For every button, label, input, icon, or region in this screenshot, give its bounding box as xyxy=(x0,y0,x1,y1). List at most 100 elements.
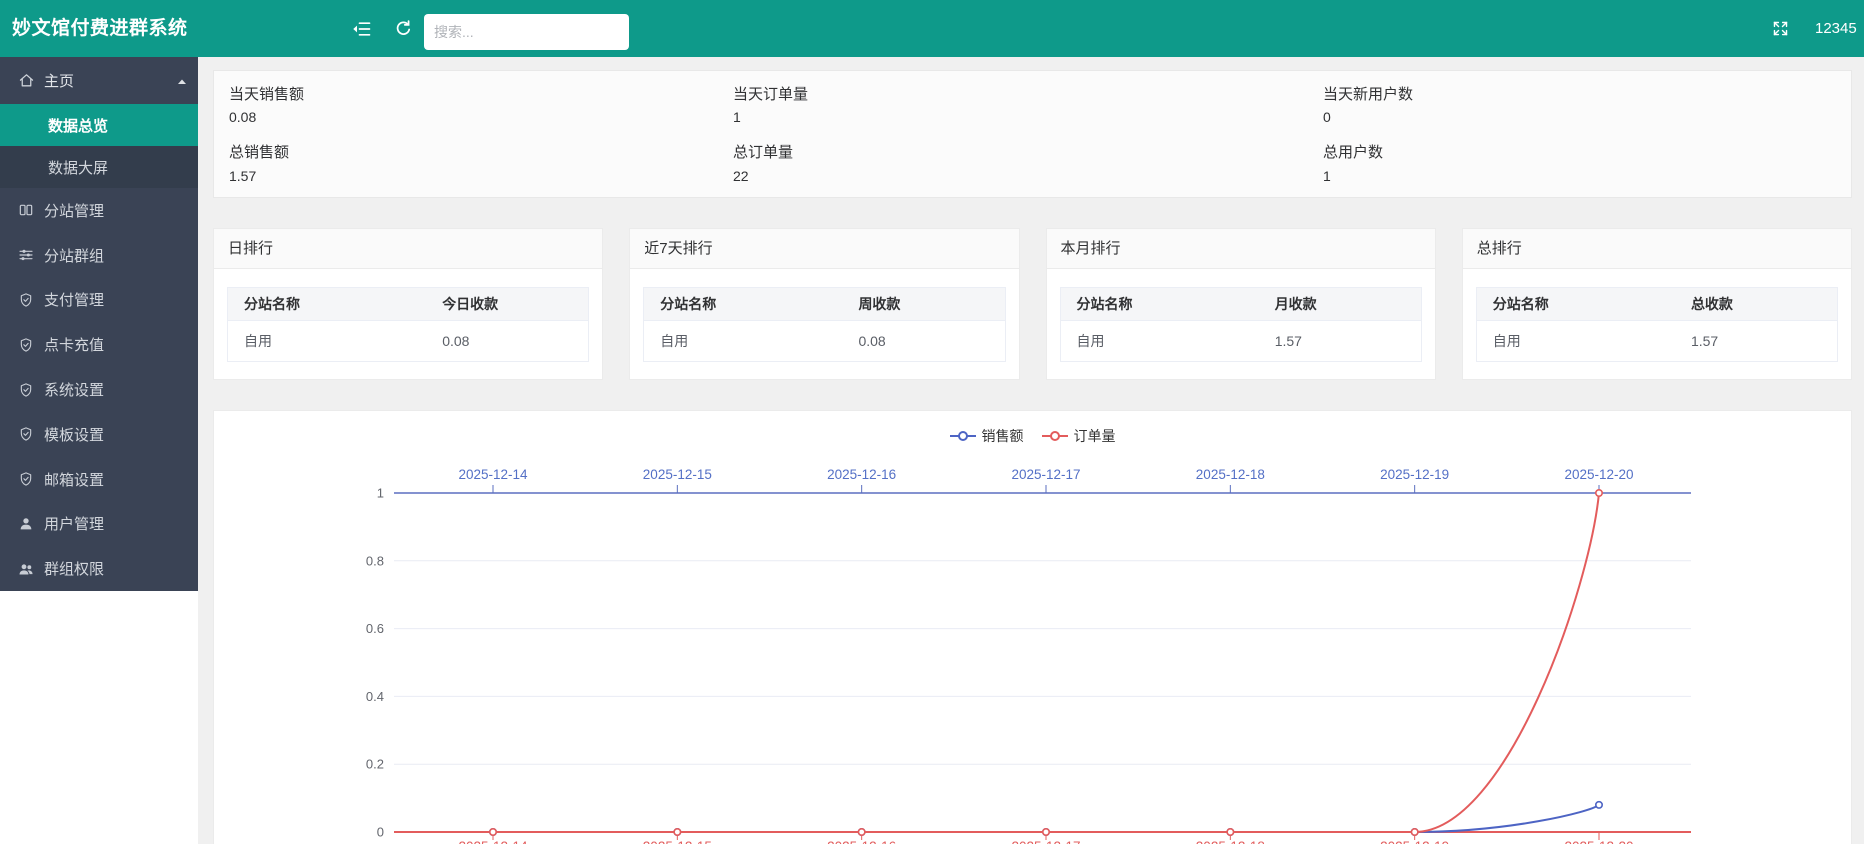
svg-text:2025-12-19: 2025-12-19 xyxy=(1380,467,1449,482)
ranking-card: 日排行分站名称今日收款自用0.08 xyxy=(213,228,603,380)
users-icon xyxy=(18,561,34,577)
user-icon xyxy=(18,516,34,532)
site-name-cell: 自用 xyxy=(1060,321,1259,362)
stat-label: 当天新用户数 xyxy=(1323,83,1413,104)
site-name-cell: 自用 xyxy=(644,321,843,362)
ranking-card-title: 总排行 xyxy=(1463,229,1851,269)
svg-text:2025-12-14: 2025-12-14 xyxy=(458,839,528,844)
svg-text:2025-12-17: 2025-12-17 xyxy=(1011,839,1080,844)
shield-icon xyxy=(18,471,34,487)
legend-item-销售额[interactable]: 销售额 xyxy=(950,426,1024,446)
table-row: 自用0.08 xyxy=(644,321,1005,362)
caret-up-icon xyxy=(176,75,188,87)
amount-cell: 1.57 xyxy=(1259,321,1422,362)
refresh-icon[interactable] xyxy=(394,19,414,39)
sidebar-item-substation-groups[interactable]: 分站群组 xyxy=(0,233,198,278)
sidebar-item-label: 用户管理 xyxy=(44,513,104,534)
sidebar-item-home[interactable]: 主页 xyxy=(0,57,198,104)
table-row: 自用1.57 xyxy=(1476,321,1837,362)
sidebar-item-label: 分站管理 xyxy=(44,200,104,221)
amount-cell: 1.57 xyxy=(1675,321,1838,362)
ranking-table: 分站名称今日收款自用0.08 xyxy=(227,287,589,362)
app-header: 妙文馆付费进群系统 12345 xyxy=(0,0,1864,57)
sidebar-item-label: 系统设置 xyxy=(44,379,104,400)
sidebar-item-template-settings[interactable]: 模板设置 xyxy=(0,412,198,457)
stat-label: 总订单量 xyxy=(733,141,793,162)
stat-label: 当天销售额 xyxy=(229,83,304,104)
stat-label: 总用户数 xyxy=(1323,141,1383,162)
svg-text:2025-12-16: 2025-12-16 xyxy=(827,467,896,482)
stat-label: 总销售额 xyxy=(229,141,289,162)
sidebar-item-payment-management[interactable]: 支付管理 xyxy=(0,278,198,323)
shield-icon xyxy=(18,382,34,398)
svg-text:2025-12-15: 2025-12-15 xyxy=(643,467,712,482)
sidebar-item-label: 群组权限 xyxy=(44,558,104,579)
svg-text:2025-12-18: 2025-12-18 xyxy=(1196,467,1265,482)
sliders-icon xyxy=(18,247,34,263)
sidebar-item-label: 数据总览 xyxy=(48,115,108,136)
sidebar-item-user-management[interactable]: 用户管理 xyxy=(0,502,198,547)
table-header-row: 分站名称周收款 xyxy=(644,288,1005,321)
sidebar-fold-icon[interactable] xyxy=(352,19,372,39)
amount-cell: 0.08 xyxy=(426,321,589,362)
ranking-table: 分站名称周收款自用0.08 xyxy=(643,287,1005,362)
svg-text:2025-12-20: 2025-12-20 xyxy=(1564,467,1633,482)
ranking-cards: 日排行分站名称今日收款自用0.08近7天排行分站名称周收款自用0.08本月排行分… xyxy=(213,228,1852,380)
sidebar-item-label: 主页 xyxy=(44,70,74,91)
ranking-card-title: 日排行 xyxy=(214,229,602,269)
sidebar-item-data-overview[interactable]: 数据总览 xyxy=(0,104,198,146)
fullscreen-icon[interactable] xyxy=(1772,20,1789,37)
column-header: 今日收款 xyxy=(426,288,589,321)
line-chart: 00.20.40.60.812025-12-142025-12-142025-1… xyxy=(214,411,1851,844)
legend-marker-icon xyxy=(1042,431,1068,441)
chart-legend: 销售额 订单量 xyxy=(214,426,1851,446)
ranking-card: 近7天排行分站名称周收款自用0.08 xyxy=(629,228,1019,380)
legend-marker-icon xyxy=(950,431,976,441)
legend-label: 订单量 xyxy=(1074,426,1116,446)
amount-cell: 0.08 xyxy=(842,321,1005,362)
panel-icon xyxy=(18,202,34,218)
svg-text:2025-12-20: 2025-12-20 xyxy=(1564,839,1633,844)
table-header-row: 分站名称月收款 xyxy=(1060,288,1421,321)
table-row: 自用0.08 xyxy=(228,321,589,362)
sidebar-item-substation-management[interactable]: 分站管理 xyxy=(0,188,198,233)
ranking-table: 分站名称总收款自用1.57 xyxy=(1476,287,1838,362)
ranking-card-body: 分站名称月收款自用1.57 xyxy=(1047,269,1435,362)
ranking-card: 总排行分站名称总收款自用1.57 xyxy=(1462,228,1852,380)
sales-orders-chart-card: 销售额订单量 00.20.40.60.812025-12-142025-12-1… xyxy=(213,410,1852,844)
sidebar-item-label: 模板设置 xyxy=(44,424,104,445)
column-header: 总收款 xyxy=(1675,288,1838,321)
table-row: 自用1.57 xyxy=(1060,321,1421,362)
username[interactable]: 12345 xyxy=(1815,0,1857,57)
stat-value: 1 xyxy=(733,109,741,125)
sidebar-item-label: 邮箱设置 xyxy=(44,469,104,490)
site-name-cell: 自用 xyxy=(228,321,427,362)
column-header: 分站名称 xyxy=(1476,288,1675,321)
stat-value: 0 xyxy=(1323,109,1331,125)
sidebar-item-data-screen[interactable]: 数据大屏 xyxy=(0,146,198,188)
sidebar-item-email-settings[interactable]: 邮箱设置 xyxy=(0,457,198,502)
stat-value: 22 xyxy=(733,168,749,184)
stat-label: 当天订单量 xyxy=(733,83,808,104)
svg-text:0.4: 0.4 xyxy=(366,689,384,704)
legend-item-订单量[interactable]: 订单量 xyxy=(1042,426,1116,446)
sidebar-item-group-permissions[interactable]: 群组权限 xyxy=(0,546,198,591)
stat-value: 1.57 xyxy=(229,168,256,184)
table-header-row: 分站名称今日收款 xyxy=(228,288,589,321)
column-header: 月收款 xyxy=(1259,288,1422,321)
svg-text:0.6: 0.6 xyxy=(366,621,384,636)
sidebar-item-label: 点卡充值 xyxy=(44,334,104,355)
ranking-card-title: 本月排行 xyxy=(1047,229,1435,269)
sidebar-item-card-recharge[interactable]: 点卡充值 xyxy=(0,322,198,367)
ranking-table: 分站名称月收款自用1.57 xyxy=(1060,287,1422,362)
svg-text:2025-12-16: 2025-12-16 xyxy=(827,839,896,844)
legend-label: 销售额 xyxy=(982,426,1024,446)
ranking-card-body: 分站名称周收款自用0.08 xyxy=(630,269,1018,362)
ranking-card-title: 近7天排行 xyxy=(630,229,1018,269)
app-title: 妙文馆付费进群系统 xyxy=(12,0,188,57)
svg-text:0.8: 0.8 xyxy=(366,553,384,568)
shield-icon xyxy=(18,426,34,442)
search-input[interactable] xyxy=(424,14,629,50)
sidebar-item-system-settings[interactable]: 系统设置 xyxy=(0,367,198,412)
page: 妙文馆付费进群系统 12345 主页数据总览数据大屏分站管理分站群组支付管理点卡… xyxy=(0,0,1864,844)
